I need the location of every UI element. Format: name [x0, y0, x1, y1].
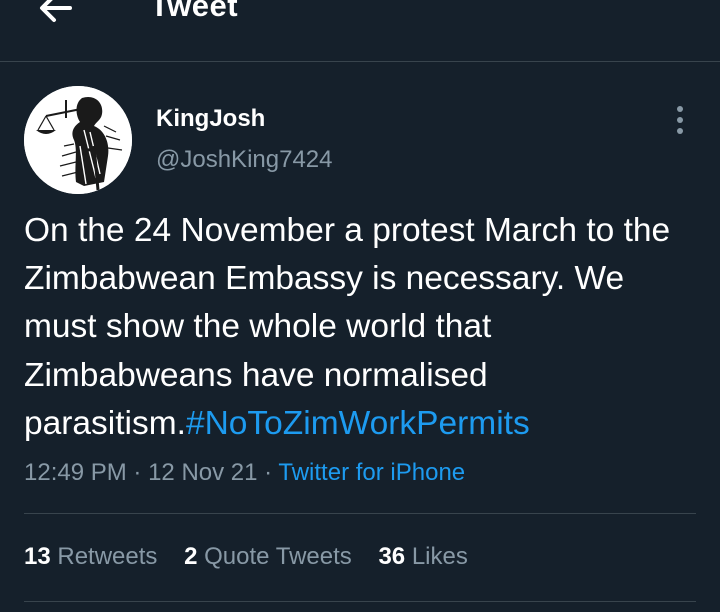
tweet-source-link[interactable]: Twitter for iPhone — [278, 459, 465, 486]
back-arrow-icon — [40, 0, 72, 22]
page-title: Tweet — [150, 0, 239, 23]
divider — [24, 513, 696, 514]
retweets-label: Retweets — [57, 543, 158, 570]
divider — [24, 601, 696, 602]
tweet-meta: 12:49 PM · 12 Nov 21 · Twitter for iPhon… — [24, 457, 465, 489]
meta-separator: · — [133, 459, 142, 486]
retweets-count: 13 — [24, 543, 51, 570]
retweets-stat[interactable]: 13 Retweets — [24, 540, 157, 574]
back-button[interactable] — [34, 0, 78, 30]
meta-separator: · — [264, 459, 273, 486]
tweet-stats: 13 Retweets 2 Quote Tweets 36 Likes — [24, 540, 488, 574]
justice-statue-avatar — [24, 86, 132, 194]
tweet-time[interactable]: 12:49 PM — [24, 459, 127, 486]
tweet-detail-page: Tweet KingJosh @JoshKing7424 On the 24 N… — [0, 0, 720, 612]
likes-label: Likes — [411, 543, 468, 570]
tweet-header: KingJosh @JoshKing7424 — [24, 86, 696, 194]
author-handle[interactable]: @JoshKing7424 — [156, 145, 332, 175]
quote-tweets-label: Quote Tweets — [204, 543, 352, 570]
quote-tweets-count: 2 — [184, 543, 198, 570]
tweet-date[interactable]: 12 Nov 21 — [148, 459, 257, 486]
likes-count: 36 — [378, 543, 406, 570]
more-options-button[interactable] — [664, 102, 696, 138]
quote-tweets-stat[interactable]: 2 Quote Tweets — [184, 540, 352, 574]
hashtag-link[interactable]: #NoToZimWorkPermits — [186, 405, 530, 442]
avatar[interactable] — [24, 86, 132, 194]
author-display-name[interactable]: KingJosh — [156, 104, 265, 134]
top-bar: Tweet — [0, 0, 720, 62]
likes-stat[interactable]: 36 Likes — [378, 540, 467, 574]
tweet-body: On the 24 November a protest March to th… — [24, 207, 704, 448]
